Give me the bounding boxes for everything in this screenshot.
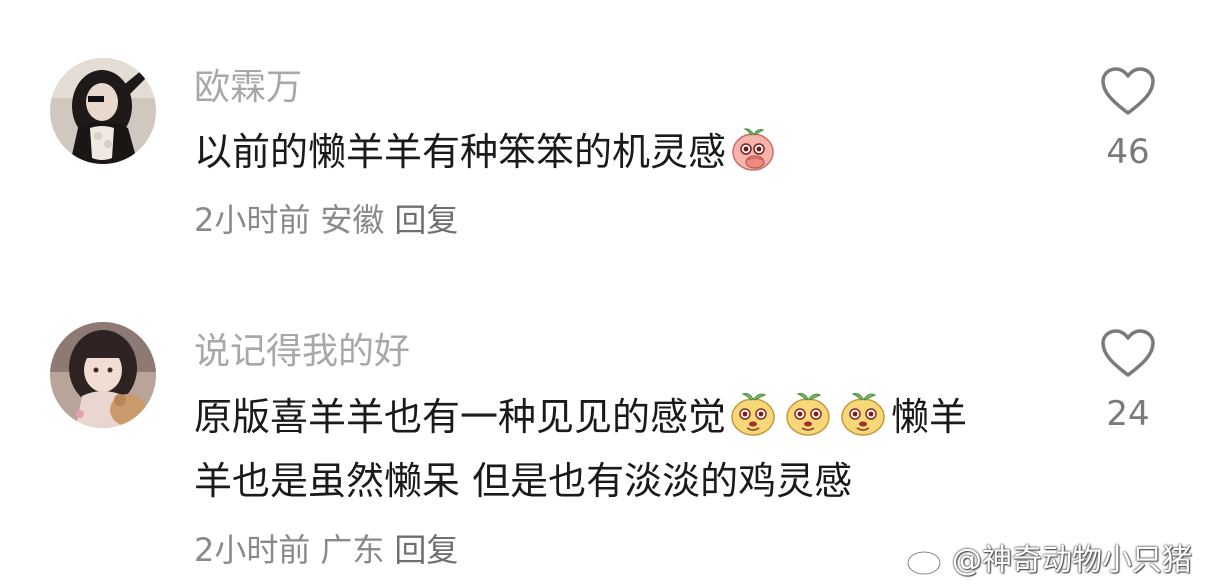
comment-meta: 2小时前 安徽 回复 [194, 200, 468, 240]
comment-location: 安徽 [320, 201, 385, 239]
peach-cover-face-emoji [728, 123, 778, 173]
username[interactable]: 欧霖万 [194, 66, 302, 110]
comment-text-content-line2: 羊也是虽然懒呆 但是也有淡淡的鸡灵感 [194, 459, 853, 503]
yellow-blob-emoji [728, 388, 778, 438]
yellow-blob-emoji [838, 388, 888, 438]
like-button[interactable] [1100, 66, 1156, 118]
watermark-text: @神奇动物小只猪 [952, 543, 1192, 578]
comment-text: 以前的懒羊羊有种笨笨的机灵感 [194, 120, 781, 184]
yellow-blob-emoji [783, 388, 833, 438]
comment-meta: 2小时前 广东 回复 [194, 530, 468, 570]
avatar[interactable] [50, 58, 156, 164]
comment-location: 广东 [320, 531, 385, 569]
weibo-logo-icon [906, 542, 950, 576]
heart-outline-icon [1101, 329, 1155, 377]
username[interactable]: 说记得我的好 [194, 330, 410, 374]
watermark: @神奇动物小只猪 [906, 535, 1192, 579]
comment-time: 2小时前 [194, 531, 311, 569]
avatar[interactable] [50, 322, 156, 428]
reply-button[interactable]: 回复 [394, 201, 458, 239]
like-button[interactable] [1100, 328, 1156, 380]
like-count: 46 [1106, 132, 1150, 172]
like-count: 24 [1106, 394, 1150, 434]
reply-button[interactable]: 回复 [394, 531, 458, 569]
comment-time: 2小时前 [194, 201, 311, 239]
comment-text-content: 以前的懒羊羊有种笨笨的机灵感 [194, 130, 727, 174]
comment-text: 原版喜羊羊也有一种见见的感觉 懒羊 羊也是虽然懒呆 但是也有淡淡的鸡灵感 [194, 385, 967, 513]
comment-text-content-line1: 原版喜羊羊也有一种见见的感觉 [194, 395, 727, 439]
heart-outline-icon [1101, 67, 1155, 115]
comment-text-content-line1-end: 懒羊 [891, 395, 968, 439]
